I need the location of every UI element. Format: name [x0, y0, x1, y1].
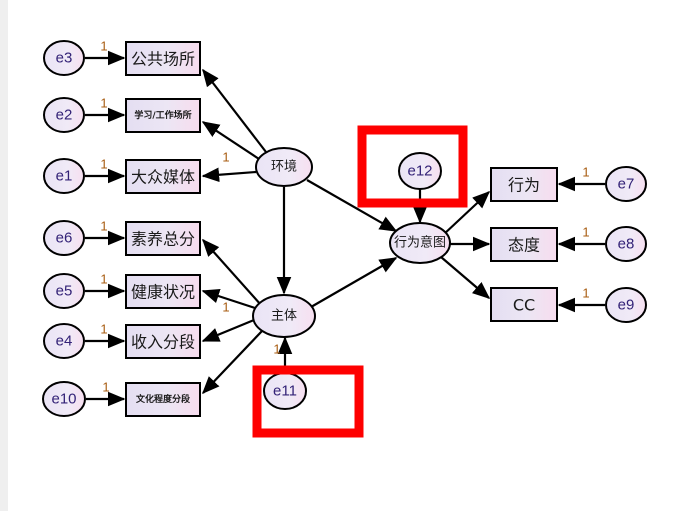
edge-environment-to-public-place: [202, 68, 267, 153]
coefficient-label-e2: 1: [100, 96, 107, 111]
node-literacy-total-label: 素养总分: [131, 230, 195, 249]
coefficient-label-environment-media: 1: [222, 150, 229, 165]
node-error-e10-label: e10: [51, 391, 76, 408]
node-error-e3-label: e3: [56, 50, 73, 67]
coefficient-label-e1: 1: [100, 157, 107, 172]
coefficient-label-e7: 1: [582, 165, 589, 180]
node-mass-media[interactable]: 大众媒体: [125, 159, 201, 194]
node-error-e9[interactable]: e9: [605, 287, 647, 323]
node-error-e10[interactable]: e10: [42, 381, 86, 417]
node-error-e7-label: e7: [618, 176, 635, 193]
node-error-e4[interactable]: e4: [43, 323, 85, 359]
edge-subject-to-income-band: [201, 318, 255, 343]
node-error-e6-label: e6: [56, 230, 73, 247]
node-error-e5-label: e5: [56, 283, 73, 300]
node-error-e9-label: e9: [618, 297, 635, 314]
coefficient-label-e10: 1: [102, 380, 109, 395]
diagram-canvas: 公共场所 学习/工作场所 大众媒体 素养总分 健康状况 收入分段 文化程度分段 …: [0, 0, 687, 511]
node-error-e11-label: e11: [273, 383, 297, 400]
node-error-e2[interactable]: e2: [43, 97, 85, 133]
node-cc-label: CC: [513, 296, 535, 315]
edge-subject-to-literacy-total: [202, 238, 262, 306]
node-education-band[interactable]: 文化程度分段: [125, 382, 201, 417]
node-error-e1-label: e1: [56, 168, 73, 185]
sem-path-diagram: 公共场所 学习/工作场所 大众媒体 素养总分 健康状况 收入分段 文化程度分段 …: [42, 39, 647, 438]
node-latent-subject[interactable]: 主体: [252, 294, 316, 338]
node-error-e8[interactable]: e8: [605, 226, 647, 262]
node-public-place-label: 公共场所: [131, 50, 195, 69]
node-latent-intention-label: 行为意图: [394, 235, 446, 251]
node-error-e1[interactable]: e1: [43, 158, 85, 194]
node-latent-environment-label: 环境: [271, 160, 297, 175]
coefficient-label-e6: 1: [100, 219, 107, 234]
node-cc[interactable]: CC: [490, 287, 558, 322]
node-study-work-place[interactable]: 学习/工作场所: [125, 98, 201, 133]
node-attitude[interactable]: 态度: [490, 227, 558, 262]
node-error-e2-label: e2: [56, 107, 73, 124]
node-income-band-label: 收入分段: [131, 333, 195, 352]
node-latent-environment[interactable]: 环境: [255, 147, 313, 187]
coefficient-label-subject-income: 1: [222, 300, 229, 315]
edge-environment-to-study-work: [201, 121, 260, 160]
node-error-e12[interactable]: e12: [398, 152, 442, 190]
node-education-band-label: 文化程度分段: [135, 393, 191, 405]
node-behavior-label: 行为: [508, 176, 540, 195]
node-literacy-total[interactable]: 素养总分: [125, 221, 201, 256]
node-latent-intention[interactable]: 行为意图: [389, 222, 451, 264]
coefficient-label-e3: 1: [100, 39, 107, 54]
node-error-e4-label: e4: [56, 333, 73, 350]
node-error-e3[interactable]: e3: [43, 40, 85, 76]
node-health-status[interactable]: 健康状况: [125, 274, 201, 309]
coefficient-label-e5: 1: [100, 272, 107, 287]
node-behavior[interactable]: 行为: [490, 167, 558, 202]
coefficient-label-e4: 1: [100, 322, 107, 337]
node-error-e11[interactable]: e11: [263, 372, 307, 410]
node-error-e8-label: e8: [618, 236, 635, 253]
node-mass-media-label: 大众媒体: [131, 168, 195, 187]
node-health-status-label: 健康状况: [131, 283, 195, 302]
coefficient-label-e11: 1: [273, 342, 280, 357]
node-public-place[interactable]: 公共场所: [125, 41, 201, 76]
node-study-work-place-label: 学习/工作场所: [134, 109, 191, 121]
coefficient-label-e8: 1: [582, 225, 589, 240]
edge-subject-to-intention: [310, 257, 398, 308]
coefficient-label-e9: 1: [582, 286, 589, 301]
edge-environment-to-mass-media: [201, 167, 257, 183]
node-error-e12-label: e12: [407, 163, 432, 180]
node-attitude-label: 态度: [508, 236, 540, 255]
observed-node-layer: 公共场所 学习/工作场所 大众媒体 素养总分 健康状况 收入分段 文化程度分段 …: [125, 41, 558, 417]
edge-intention-to-cc: [440, 256, 491, 299]
node-error-e7[interactable]: e7: [605, 166, 647, 202]
node-error-e5[interactable]: e5: [43, 273, 85, 309]
node-latent-subject-label: 主体: [271, 309, 297, 324]
node-income-band[interactable]: 收入分段: [125, 324, 201, 359]
node-error-e6[interactable]: e6: [43, 220, 85, 256]
